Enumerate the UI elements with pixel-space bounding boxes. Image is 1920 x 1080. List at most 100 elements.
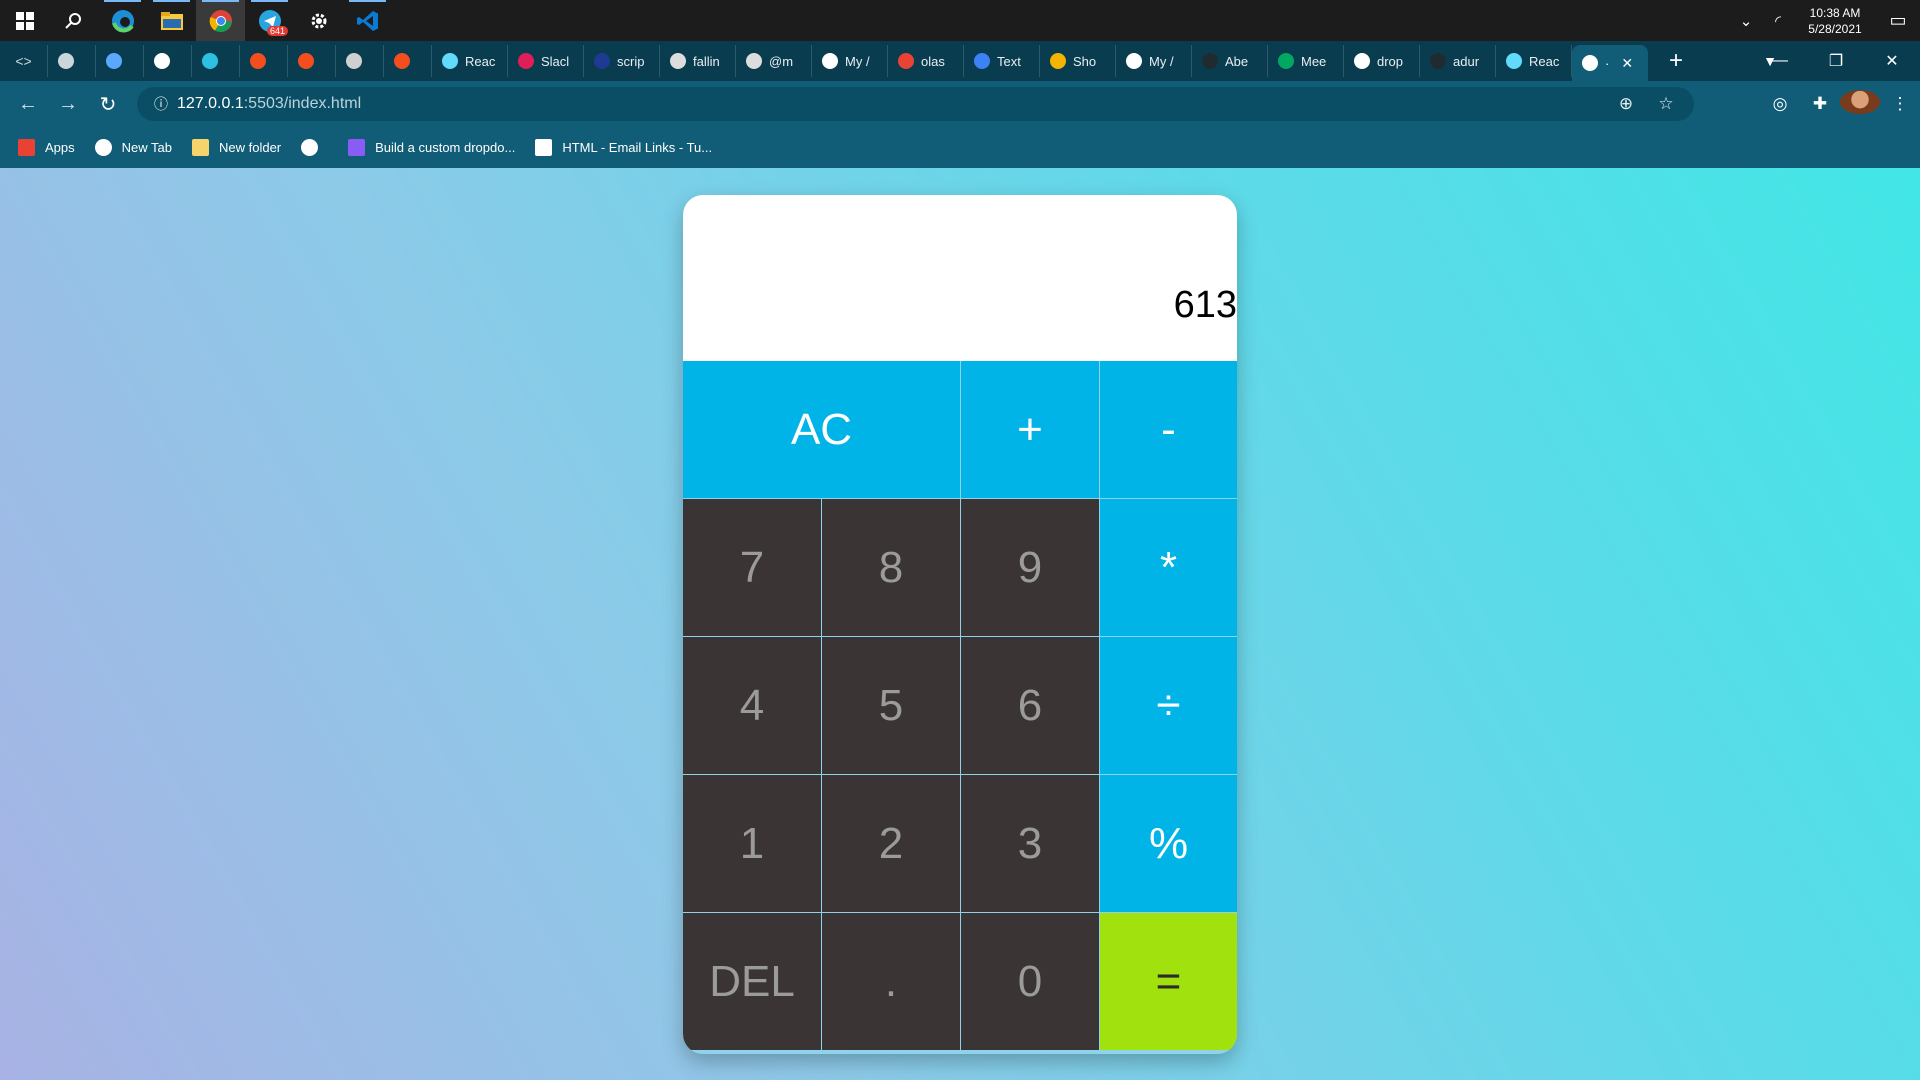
extensions-puzzle-icon[interactable]: ✚ (1800, 94, 1840, 114)
tab-favicon-icon (1050, 53, 1066, 69)
digit-4-button[interactable]: 4 (683, 637, 821, 774)
clock[interactable]: 10:38 AM 5/28/2021 (1794, 5, 1876, 37)
browser-toolbar: ← → ↻ ⓘ 127.0.0.1:5503/index.html ⊕ ☆ ◎ … (0, 81, 1920, 127)
multiply-button[interactable]: * (1100, 499, 1237, 636)
bookmark-item[interactable]: Build a custom dropdo... (348, 139, 515, 156)
decimal-button[interactable]: . (822, 913, 960, 1050)
url-path: :5503/index.html (243, 95, 362, 112)
search-icon[interactable] (49, 0, 98, 41)
address-bar[interactable]: ⓘ 127.0.0.1:5503/index.html ⊕ ☆ (137, 87, 1694, 121)
bookmark-item[interactable]: New folder (191, 139, 281, 156)
digit-1-button[interactable]: 1 (683, 775, 821, 912)
browser-tab[interactable]: Reac (1496, 45, 1572, 77)
browser-tab[interactable] (48, 45, 96, 77)
site-info-icon[interactable]: ⓘ (145, 94, 177, 114)
tab-label: drop (1377, 53, 1404, 69)
browser-tab[interactable]: scrip (584, 45, 660, 77)
tab-label: My / (845, 53, 870, 69)
new-tab-button[interactable]: + (1656, 47, 1696, 75)
minimize-icon[interactable]: — (1752, 52, 1808, 70)
bookmark-item[interactable]: HTML - Email Links - Tu... (535, 139, 712, 156)
browser-tab[interactable]: Slacl (508, 45, 584, 77)
close-window-icon[interactable]: ✕ (1864, 51, 1920, 71)
plus-button[interactable]: + (961, 361, 1099, 498)
bookmarks-bar: Apps New Tab New folder Build a custom drop… (0, 127, 1920, 168)
file-explorer-icon[interactable] (147, 0, 196, 41)
profile-avatar[interactable] (1840, 89, 1880, 119)
browser-tab[interactable]: adur (1420, 45, 1496, 77)
settings-icon[interactable] (294, 0, 343, 41)
digit-2-button[interactable]: 2 (822, 775, 960, 912)
folder-icon (191, 139, 209, 156)
close-tab-icon[interactable]: ✕ (1621, 55, 1633, 72)
bookmark-item[interactable] (301, 139, 328, 156)
tab-favicon-icon (1430, 53, 1446, 69)
browser-tab[interactable]: Sho (1040, 45, 1116, 77)
browser-tab[interactable]: fallin (660, 45, 736, 77)
minus-button[interactable]: - (1100, 361, 1237, 498)
tab-favicon-icon (298, 53, 314, 69)
clear-button[interactable]: AC (683, 361, 960, 498)
vscode-icon[interactable] (343, 0, 392, 41)
chrome-icon[interactable] (196, 0, 245, 41)
browser-tab[interactable]: olas (888, 45, 964, 77)
digit-8-button[interactable]: 8 (822, 499, 960, 636)
zoom-icon[interactable]: ⊕ (1606, 94, 1646, 114)
tab-label: Reac (465, 53, 496, 69)
bookmark-label: Apps (45, 140, 75, 155)
digit-3-button[interactable]: 3 (961, 775, 1099, 912)
bookmark-star-icon[interactable]: ☆ (1646, 94, 1686, 114)
digit-5-button[interactable]: 5 (822, 637, 960, 774)
forward-icon[interactable]: → (48, 93, 88, 116)
digit-6-button[interactable]: 6 (961, 637, 1099, 774)
browser-tab[interactable]: My / (812, 45, 888, 77)
browser-tab[interactable]: Reac (432, 45, 508, 77)
more-menu-icon[interactable]: ⋮ (1880, 94, 1920, 114)
browser-tab[interactable]: Mee (1268, 45, 1344, 77)
tab-label: scrip (617, 53, 645, 69)
reload-icon[interactable]: ↻ (88, 92, 128, 117)
browser-tab[interactable]: drop (1344, 45, 1420, 77)
wifi-icon[interactable]: ◜ (1762, 12, 1794, 30)
windows-taskbar: 641 ⌄ ◜ 10:38 AM 5/28/2021 ▭ (0, 0, 1920, 41)
percent-button[interactable]: % (1100, 775, 1237, 912)
browser-tab[interactable] (96, 45, 144, 77)
digit-7-button[interactable]: 7 (683, 499, 821, 636)
back-icon[interactable]: ← (8, 93, 48, 116)
equals-button[interactable]: = (1100, 913, 1237, 1050)
bookmark-item[interactable]: New Tab (94, 139, 172, 156)
globe-icon (1582, 55, 1598, 71)
restore-icon[interactable]: ❐ (1808, 51, 1864, 71)
browser-tab[interactable]: Abe (1192, 45, 1268, 77)
clock-date: 5/28/2021 (1808, 21, 1862, 36)
browser-tab[interactable]: Text (964, 45, 1040, 77)
edge-icon[interactable] (98, 0, 147, 41)
tab-devtools[interactable]: <> (0, 45, 48, 77)
divide-button[interactable]: ÷ (1100, 637, 1237, 774)
delete-button[interactable]: DEL (683, 913, 821, 1050)
digit-9-button[interactable]: 9 (961, 499, 1099, 636)
windows-start-icon[interactable] (0, 0, 49, 41)
bookmark-item[interactable]: Apps (18, 139, 75, 156)
calculator: 613 AC + - 7 8 9 * 4 5 6 ÷ 1 2 3% DEL. 0 = (683, 195, 1237, 1054)
globe-icon (94, 139, 112, 156)
browser-tab[interactable]: @m (736, 45, 812, 77)
browser-tab[interactable] (336, 45, 384, 77)
extension-target-icon[interactable]: ◎ (1760, 94, 1800, 114)
tab-favicon-icon (898, 53, 914, 69)
digit-0-button[interactable]: 0 (961, 913, 1099, 1050)
telegram-icon[interactable]: 641 (245, 0, 294, 41)
browser-tab[interactable] (192, 45, 240, 77)
browser-tab[interactable] (288, 45, 336, 77)
tab-favicon-icon (202, 53, 218, 69)
chevron-up-icon[interactable]: ⌄ (1730, 12, 1762, 30)
tab-active[interactable]: · ✕ (1572, 45, 1648, 81)
bookmark-label: HTML - Email Links - Tu... (562, 140, 713, 155)
bookmark-label: New Tab (121, 140, 172, 155)
tab-favicon-icon (1278, 53, 1294, 69)
browser-tab[interactable]: My / (1116, 45, 1192, 77)
notification-icon[interactable]: ▭ (1876, 10, 1920, 31)
browser-tab[interactable] (384, 45, 432, 77)
browser-tab[interactable] (240, 45, 288, 77)
browser-tab[interactable] (144, 45, 192, 77)
